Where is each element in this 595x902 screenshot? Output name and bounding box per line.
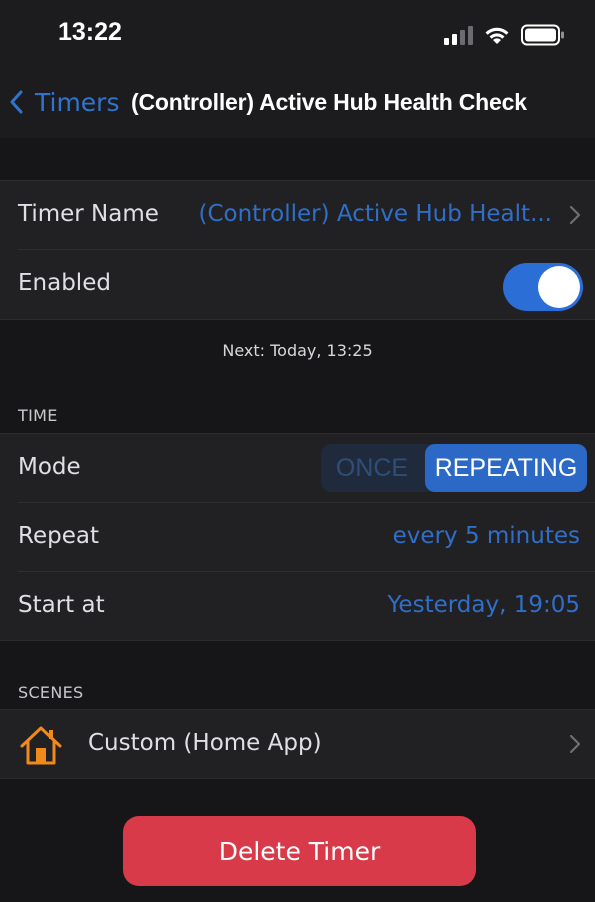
chevron-right-icon	[569, 205, 581, 225]
mode-once-segment[interactable]: ONCE	[321, 444, 423, 492]
start-at-value: Yesterday, 19:05	[387, 592, 580, 618]
timer-name-row[interactable]: Timer Name (Controller) Active Hub Healt…	[0, 181, 595, 249]
scenes-group: Custom (Home App)	[0, 709, 595, 779]
timer-name-label: Timer Name	[18, 201, 159, 227]
time-section-header: TIME	[18, 406, 58, 425]
cellular-signal-icon	[444, 25, 473, 45]
next-run-note: Next: Today, 13:25	[222, 341, 373, 360]
wifi-icon	[485, 27, 509, 44]
mode-repeating-segment[interactable]: REPEATING	[425, 444, 587, 492]
enabled-label: Enabled	[18, 270, 111, 296]
scene-label: Custom (Home App)	[88, 730, 322, 756]
status-bar: 13:22	[0, 0, 595, 70]
time-settings-group: Mode ONCE REPEATING Repeat every 5 minut…	[0, 433, 595, 641]
navigation-bar: Timers (Controller) Active Hub Health Ch…	[0, 70, 595, 138]
timer-name-value: (Controller) Active Hub Healt...	[198, 201, 552, 227]
battery-icon	[521, 24, 564, 46]
status-time: 13:22	[58, 18, 122, 46]
enabled-toggle[interactable]	[503, 263, 583, 311]
timer-settings-group: Timer Name (Controller) Active Hub Healt…	[0, 180, 595, 320]
repeat-row[interactable]: Repeat every 5 minutes	[0, 503, 595, 571]
enabled-row: Enabled	[0, 250, 595, 318]
house-icon	[20, 726, 62, 765]
mode-row: Mode ONCE REPEATING	[0, 434, 595, 502]
status-icons	[444, 24, 565, 46]
repeat-value: every 5 minutes	[392, 523, 580, 549]
timer-detail-content: Timer Name (Controller) Active Hub Healt…	[0, 138, 595, 902]
chevron-right-icon	[569, 734, 581, 754]
start-at-label: Start at	[18, 592, 105, 618]
delete-timer-button[interactable]: Delete Timer	[123, 816, 476, 886]
start-at-row[interactable]: Start at Yesterday, 19:05	[0, 572, 595, 640]
page-title: (Controller) Active Hub Health Check	[131, 89, 527, 115]
mode-label: Mode	[18, 454, 81, 480]
scenes-section-header: SCENES	[18, 683, 84, 702]
scene-list-item[interactable]: Custom (Home App)	[0, 710, 595, 778]
back-button[interactable]: Timers	[35, 88, 120, 117]
toggle-knob	[538, 266, 580, 308]
mode-segmented-control[interactable]: ONCE REPEATING	[321, 444, 587, 492]
repeat-label: Repeat	[18, 523, 99, 549]
back-chevron-icon[interactable]	[6, 86, 30, 118]
